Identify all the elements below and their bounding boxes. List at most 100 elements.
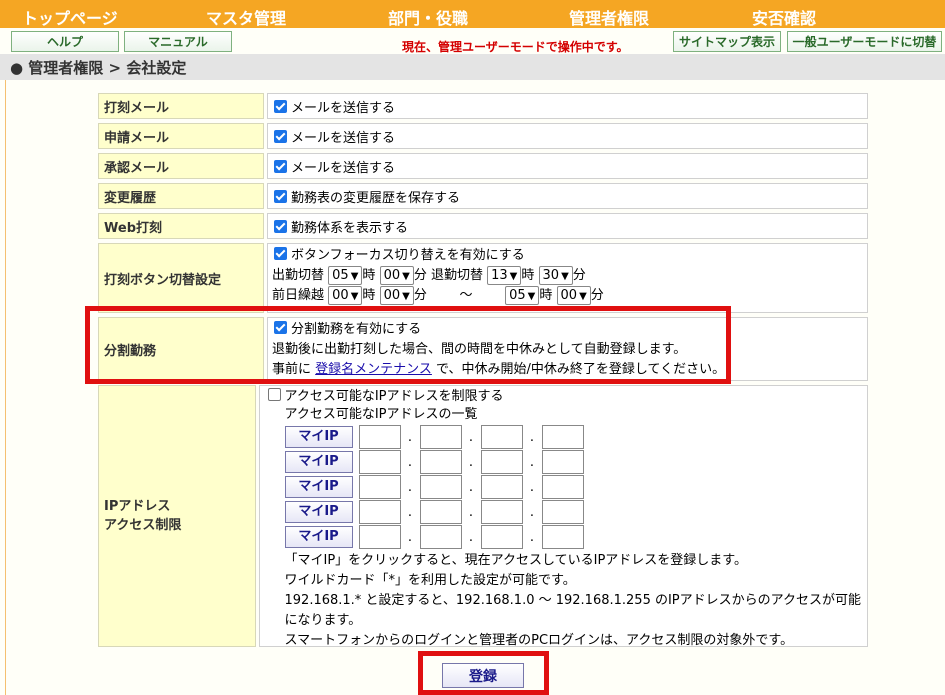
ip-octet-input[interactable]	[358, 500, 401, 524]
range-tilde: ～	[459, 288, 473, 303]
ip-octet-input[interactable]	[541, 500, 584, 524]
ip-octet-input[interactable]	[541, 425, 584, 449]
ip-octet-input[interactable]	[419, 525, 462, 549]
selected-value: 00	[332, 288, 349, 303]
selected-value: 00	[560, 288, 578, 303]
punch-mail-checkbox[interactable]	[274, 100, 287, 113]
punch-switch-text: ボタンフォーカス切り替えを有効にする	[291, 248, 525, 263]
my-ip-button[interactable]: マイIP	[284, 526, 353, 548]
request-mail-checkbox[interactable]	[274, 130, 287, 143]
end-min-select[interactable]: 00 ▼	[556, 286, 591, 305]
row-label: 打刻ボタン切替設定	[98, 243, 264, 313]
prev-carry-label: 前日繰越	[272, 288, 325, 303]
my-ip-button[interactable]: マイIP	[284, 451, 353, 473]
nav-master[interactable]: マスタ管理	[206, 5, 286, 29]
ip-octet-input[interactable]	[419, 500, 462, 524]
row-value: メールを送信する	[267, 93, 868, 119]
row-value: 勤務表の変更履歴を保存する	[267, 183, 868, 209]
ip-restrict-text: アクセス可能なIPアドレスを制限する	[284, 389, 504, 404]
selected-value: 05	[332, 268, 349, 283]
ip-note-3: 192.168.1.* と設定すると、192.168.1.0 ～ 192.168…	[284, 593, 862, 608]
nav-department[interactable]: 部門・役職	[388, 5, 468, 29]
manual-button[interactable]: マニュアル	[124, 31, 232, 52]
out-hour-select[interactable]: 13 ▼	[487, 266, 522, 285]
prev-hour-select[interactable]: 00 ▼	[328, 286, 363, 305]
approve-mail-checkbox[interactable]	[274, 160, 287, 173]
ip-octet-input[interactable]	[480, 475, 523, 499]
breadcrumb: ● 管理者権限 > 会社設定	[10, 59, 187, 77]
my-ip-button[interactable]: マイIP	[284, 501, 353, 523]
hour-unit: 時	[362, 268, 376, 283]
chevron-down-icon: ▼	[579, 291, 587, 302]
end-hour-select[interactable]: 05 ▼	[505, 286, 540, 305]
ip-octet-input[interactable]	[358, 525, 401, 549]
row-label: 打刻メール	[98, 93, 264, 119]
row-label: 変更履歴	[98, 183, 264, 209]
out-switch-label: 退勤切替	[430, 268, 483, 283]
submit-button[interactable]: 登録	[442, 663, 524, 688]
row-ip-restriction: IPアドレス アクセス制限 アクセス可能なIPアドレスを制限する アクセス可能な…	[98, 385, 868, 648]
chevron-down-icon: ▼	[402, 271, 410, 282]
ip-octet-input[interactable]	[480, 525, 523, 549]
hour-unit: 時	[539, 288, 553, 303]
mode-message: 現在、管理ユーザーモードで操作中です。	[402, 40, 629, 54]
chevron-down-icon: ▼	[561, 271, 569, 282]
row-history: 変更履歴 勤務表の変更履歴を保存する	[98, 183, 868, 209]
ip-note-1: 「マイIP」をクリックすると、現在アクセスしているIPアドレスを登録します。	[284, 553, 748, 568]
ip-octet-input[interactable]	[419, 450, 462, 474]
ip-octet-input[interactable]	[541, 450, 584, 474]
row-label: IPアドレス アクセス制限	[98, 385, 256, 647]
row-value: ボタンフォーカス切り替えを有効にする 出勤切替 05 ▼ 時 00 ▼ 分 退勤切替 1…	[267, 243, 868, 313]
ip-note-5: スマートフォンからのログインと管理者のPCログインは、アクセス制限の対象外です。	[284, 633, 794, 648]
web-punch-text: 勤務体系を表示する	[291, 221, 409, 236]
my-ip-button[interactable]: マイIP	[284, 426, 353, 448]
in-min-select[interactable]: 00 ▼	[379, 266, 414, 285]
ip-octet-input[interactable]	[358, 450, 401, 474]
chevron-down-icon: ▼	[509, 271, 518, 282]
ip-dot: .	[468, 454, 474, 470]
min-unit: 分	[572, 268, 586, 283]
ip-dot: .	[468, 429, 474, 445]
ip-row: マイIP...	[284, 475, 862, 500]
history-checkbox[interactable]	[274, 190, 287, 203]
ip-list: マイIP... マイIP... マイIP... マイIP... マイIP...	[268, 425, 862, 550]
selected-value: 05	[509, 288, 526, 303]
top-nav: トップページ マスタ管理 部門・役職 管理者権限 安否確認	[0, 0, 945, 28]
ip-dot: .	[529, 429, 535, 445]
nav-admin[interactable]: 管理者権限	[569, 5, 649, 29]
row-punch-switch: 打刻ボタン切替設定 ボタンフォーカス切り替えを有効にする 出勤切替 05 ▼ 時 0…	[98, 243, 868, 313]
ip-octet-input[interactable]	[358, 425, 401, 449]
prev-min-select[interactable]: 00 ▼	[379, 286, 414, 305]
punch-mail-text: メールを送信する	[291, 101, 396, 116]
min-unit: 分	[590, 288, 604, 303]
my-ip-button[interactable]: マイIP	[284, 476, 353, 498]
ip-octet-input[interactable]	[480, 500, 523, 524]
min-unit: 分	[413, 288, 427, 303]
ip-row: マイIP...	[284, 425, 862, 450]
web-punch-checkbox[interactable]	[274, 220, 287, 233]
out-min-select[interactable]: 30 ▼	[538, 266, 573, 285]
ip-octet-input[interactable]	[480, 425, 523, 449]
ip-restrict-checkbox[interactable]	[267, 388, 281, 401]
ip-dot: .	[407, 479, 413, 495]
ip-octet-input[interactable]	[419, 425, 462, 449]
selected-value: 00	[383, 288, 401, 303]
ip-octet-input[interactable]	[419, 475, 462, 499]
in-hour-select[interactable]: 05 ▼	[328, 266, 363, 285]
help-button[interactable]: ヘルプ	[11, 31, 119, 52]
ip-octet-input[interactable]	[480, 450, 523, 474]
chevron-down-icon: ▼	[527, 291, 536, 302]
ip-dot: .	[529, 529, 535, 545]
row-label: Web打刻	[98, 213, 264, 239]
nav-top-page[interactable]: トップページ	[22, 5, 118, 29]
ip-octet-input[interactable]	[541, 525, 584, 549]
punch-switch-checkbox[interactable]	[274, 247, 287, 260]
min-unit: 分	[413, 268, 427, 283]
row-value: 勤務体系を表示する	[267, 213, 868, 239]
ip-octet-input[interactable]	[358, 475, 401, 499]
sitemap-button[interactable]: サイトマップ表示	[673, 31, 781, 52]
row-value: メールを送信する	[267, 153, 868, 179]
nav-safety[interactable]: 安否確認	[752, 5, 816, 29]
ip-octet-input[interactable]	[541, 475, 584, 499]
switch-user-mode-button[interactable]: 一般ユーザーモードに切替	[787, 31, 942, 52]
